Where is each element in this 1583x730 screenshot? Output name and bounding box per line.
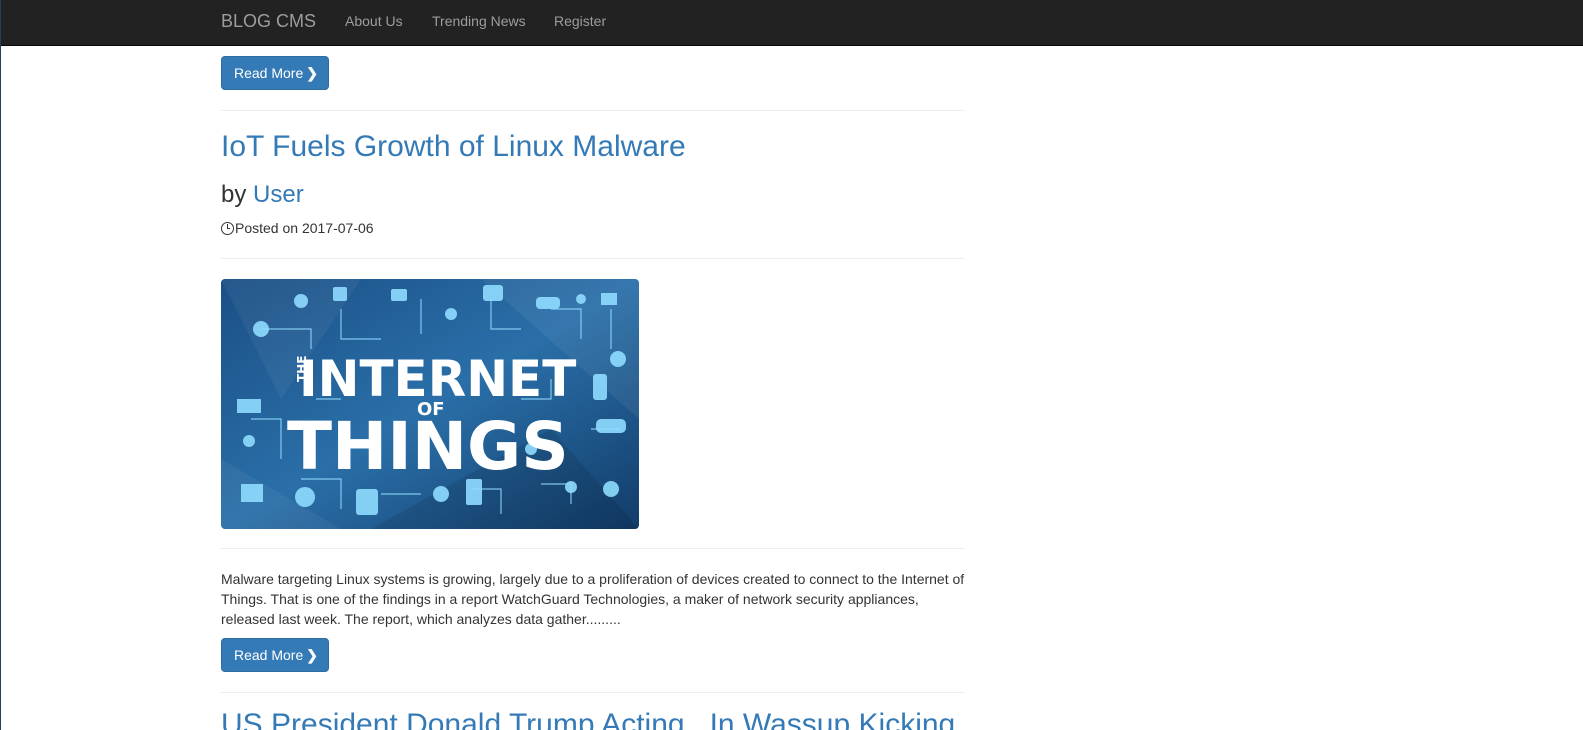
read-more-label: Read More (234, 65, 304, 81)
post-byline: by User (221, 181, 304, 209)
byline-prefix: by (221, 181, 247, 208)
post-divider (221, 548, 965, 549)
author-link[interactable]: User (253, 181, 304, 208)
post-image[interactable]: THE INTERNET OF THINGS (221, 279, 639, 529)
nav-link-trending-news[interactable]: Trending News (432, 13, 526, 29)
read-more-label: Read More (234, 647, 304, 663)
read-more-button[interactable]: Read More ❯ (221, 56, 329, 90)
nav-link-about-us[interactable]: About Us (345, 13, 403, 29)
brand-link[interactable]: BLOG CMS (221, 11, 316, 32)
post-excerpt: Malware targeting Linux systems is growi… (221, 571, 965, 627)
post-divider (221, 110, 965, 111)
posted-date-text: Posted on 2017-07-06 (235, 220, 374, 236)
chevron-right-icon: ❯ (306, 647, 318, 663)
post-divider (221, 692, 965, 693)
chevron-right-icon: ❯ (306, 65, 318, 81)
top-navbar: BLOG CMS About Us Trending News Register (1, 0, 1583, 46)
internet-of-things-image: THE INTERNET OF THINGS (221, 279, 639, 529)
post-divider (221, 258, 965, 259)
post-title[interactable]: IoT Fuels Growth of Linux Malware (221, 130, 686, 164)
page: BLOG CMS About Us Trending News Register… (0, 0, 1583, 730)
image-caption-things: THINGS (287, 408, 569, 485)
nav-link-register[interactable]: Register (554, 13, 606, 29)
next-post-title[interactable]: US President Donald Trump Acting...In Wa… (221, 708, 955, 730)
clock-icon (221, 221, 234, 235)
post-date: Posted on 2017-07-06 (221, 220, 374, 236)
read-more-button[interactable]: Read More ❯ (221, 638, 329, 672)
